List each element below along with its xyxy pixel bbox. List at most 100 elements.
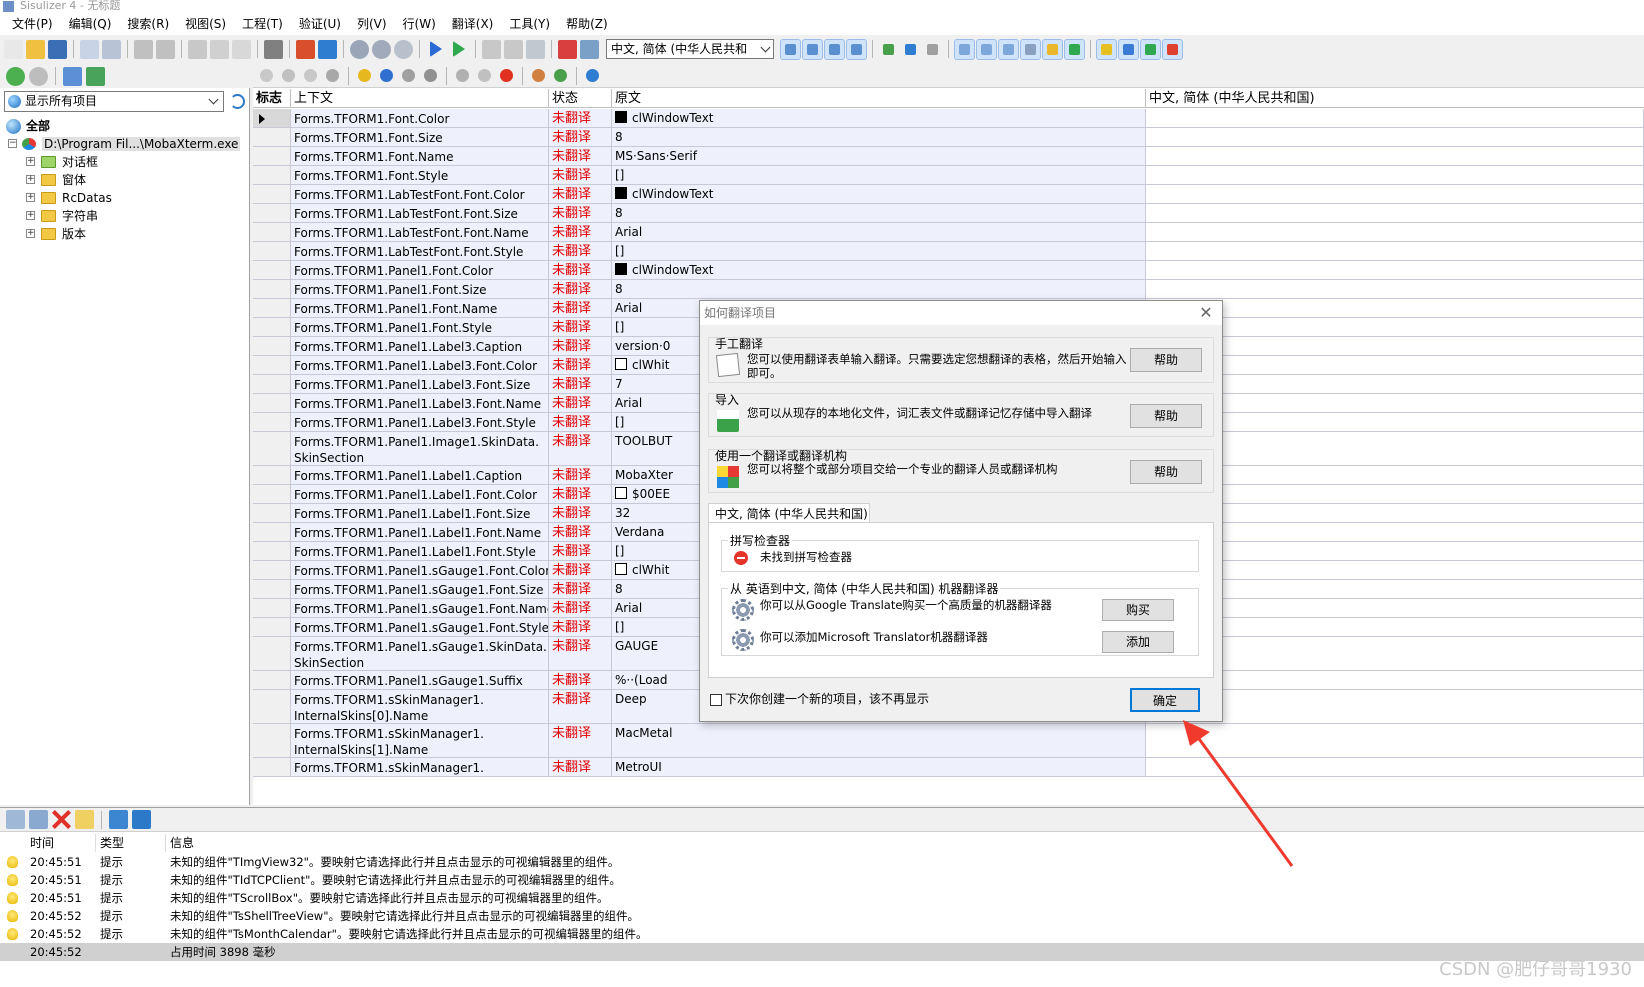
table-row[interactable]: Forms.TFORM1.Font.Size 未翻译 8	[253, 128, 1644, 147]
info-icon[interactable]	[377, 66, 396, 85]
status-cell[interactable]: 未翻译	[549, 299, 612, 318]
log-copy-icon[interactable]	[29, 810, 48, 829]
context-cell[interactable]: Forms.TFORM1.Panel1.sGauge1.Suffix	[291, 671, 549, 690]
save-icon[interactable]	[48, 39, 67, 59]
log-row[interactable]: 20:45:52 提示 未知的组件"TsShellTreeView"。要映射它请选择…	[0, 907, 1644, 925]
key-icon[interactable]	[1162, 38, 1183, 60]
context-cell[interactable]: Forms.TFORM1.Font.Name	[291, 147, 549, 166]
original-cell[interactable]: []	[612, 242, 1146, 261]
sync-icon[interactable]	[901, 40, 920, 59]
status-cell[interactable]: 未翻译	[549, 337, 612, 356]
menu-item[interactable]: 工程(T)	[234, 14, 291, 35]
menu-item[interactable]: 文件(P)	[4, 14, 61, 35]
status-cell[interactable]: 未翻译	[549, 690, 612, 724]
log-col-info[interactable]: 信息	[166, 834, 966, 852]
row-flag-cell[interactable]	[253, 394, 291, 413]
tool-icon[interactable]	[301, 66, 320, 85]
row-flag-cell[interactable]	[253, 485, 291, 504]
window-icon[interactable]	[583, 66, 602, 85]
status-cell[interactable]: 未翻译	[549, 599, 612, 618]
expand-icon[interactable]: +	[26, 157, 35, 166]
print-preview-icon[interactable]	[80, 39, 99, 59]
find-icon[interactable]	[264, 39, 283, 59]
close-icon[interactable]: ✕	[1196, 303, 1216, 323]
status-cell[interactable]: 未翻译	[549, 166, 612, 185]
status-cell[interactable]: 未翻译	[549, 618, 612, 637]
cross-icon[interactable]	[399, 66, 418, 85]
expand-icon[interactable]: +	[26, 193, 35, 202]
status-cell[interactable]: 未翻译	[549, 466, 612, 485]
language-select[interactable]: 中文, 简体 (中华人民共和	[606, 39, 774, 59]
menu-item[interactable]: 行(W)	[395, 14, 444, 35]
tab-target-language[interactable]: 中文, 简体 (中华人民共和国)	[708, 503, 870, 523]
status-cell[interactable]: 未翻译	[549, 580, 612, 599]
status-cell[interactable]: 未翻译	[549, 637, 612, 671]
scan-icon[interactable]	[296, 39, 315, 59]
table-row[interactable]: Forms.TFORM1.Font.Style 未翻译[]	[253, 166, 1644, 185]
item-filter-select[interactable]: 显示所有项目	[4, 91, 224, 112]
star-icon[interactable]	[482, 39, 501, 59]
table-row[interactable]: Forms.TFORM1.Font.Color 未翻译 clWindowText	[253, 109, 1644, 128]
log-row[interactable]: 20:45:51 提示 未知的组件"TScrollBox"。要映射它请选择此行并且点…	[0, 889, 1644, 907]
tree-item[interactable]: + 字符串	[26, 207, 98, 225]
context-cell[interactable]: Forms.TFORM1.LabTestFont.Font.Style	[291, 242, 549, 261]
play-icon[interactable]	[430, 41, 442, 57]
context-cell[interactable]: Forms.TFORM1.LabTestFont.Font.Name	[291, 223, 549, 242]
col-flag[interactable]: 标志	[253, 89, 291, 108]
gear-icon[interactable]	[372, 39, 391, 59]
new-project-icon[interactable]	[4, 39, 23, 59]
context-cell[interactable]: Forms.TFORM1.Panel1.sGauge1.Font.Style	[291, 618, 549, 637]
tree-item[interactable]: + 版本	[26, 225, 86, 243]
target-cell[interactable]	[1146, 261, 1644, 280]
row-flag-cell[interactable]	[253, 204, 291, 223]
dont-show-checkbox[interactable]	[710, 694, 722, 706]
context-cell[interactable]: Forms.TFORM1.Panel1.Label3.Font.Name	[291, 394, 549, 413]
gear-icon[interactable]	[394, 39, 413, 59]
check-file-icon[interactable]	[526, 39, 545, 59]
key-icon[interactable]	[1096, 38, 1117, 60]
status-cell[interactable]: 未翻译	[549, 185, 612, 204]
context-cell[interactable]: Forms.TFORM1.Panel1.Label1.Font.Color	[291, 485, 549, 504]
row-flag-cell[interactable]	[253, 318, 291, 337]
gear-icon[interactable]	[350, 39, 369, 59]
target-cell[interactable]	[1146, 204, 1644, 223]
row-flag-cell[interactable]	[253, 637, 291, 671]
status-cell[interactable]: 未翻译	[549, 724, 612, 758]
expand-icon[interactable]: +	[26, 211, 35, 220]
row-flag-cell[interactable]	[253, 356, 291, 375]
context-cell[interactable]: Forms.TFORM1.Panel1.sGauge1.Font.Color	[291, 561, 549, 580]
status-cell[interactable]: 未翻译	[549, 280, 612, 299]
collapse-icon[interactable]: −	[8, 139, 17, 148]
row-flag-cell[interactable]	[253, 261, 291, 280]
back-icon[interactable]	[6, 66, 25, 86]
status-cell[interactable]: 未翻译	[549, 523, 612, 542]
row-flag-cell[interactable]	[253, 504, 291, 523]
log-new-icon[interactable]	[6, 810, 25, 829]
context-cell[interactable]: Forms.TFORM1.Panel1.Font.Size	[291, 280, 549, 299]
context-cell[interactable]: Forms.TFORM1.Panel1.sGauge1.SkinData. Sk…	[291, 637, 549, 671]
filter-icon[interactable]	[879, 40, 898, 59]
context-cell[interactable]: Forms.TFORM1.LabTestFont.Font.Size	[291, 204, 549, 223]
row-flag-cell[interactable]	[253, 580, 291, 599]
row-flag-cell[interactable]	[253, 223, 291, 242]
forward-icon[interactable]	[29, 66, 48, 86]
original-cell[interactable]: 8	[612, 204, 1146, 223]
context-cell[interactable]: Forms.TFORM1.Panel1.Image1.SkinData. Ski…	[291, 432, 549, 466]
status-cell[interactable]: 未翻译	[549, 261, 612, 280]
table-row[interactable]: Forms.TFORM1.Panel1.Font.Color 未翻译 clWindo…	[253, 261, 1644, 280]
sheet-icon[interactable]	[954, 38, 975, 60]
bookmark-icon[interactable]	[558, 39, 577, 59]
context-cell[interactable]: Forms.TFORM1.sSkinManager1.	[291, 758, 549, 777]
row-flag-cell[interactable]	[253, 147, 291, 166]
layout-icon[interactable]	[824, 38, 845, 60]
table-row[interactable]: Forms.TFORM1.LabTestFont.Font.Style 未翻译[]	[253, 242, 1644, 261]
context-cell[interactable]: Forms.TFORM1.sSkinManager1. InternalSkin…	[291, 724, 549, 758]
log-row[interactable]: 20:45:51 提示 未知的组件"TIdTCPClient"。要映射它请选择此行并…	[0, 871, 1644, 889]
tree-item[interactable]: + 对话框	[26, 153, 98, 171]
target-cell[interactable]	[1146, 223, 1644, 242]
context-cell[interactable]: Forms.TFORM1.Panel1.Label1.Font.Name	[291, 523, 549, 542]
stamp-icon[interactable]	[421, 66, 440, 85]
row-flag-cell[interactable]	[253, 109, 291, 128]
row-flag-cell[interactable]	[253, 724, 291, 758]
table-row[interactable]: Forms.TFORM1.sSkinManager1. 未翻译 MetroUI	[253, 758, 1644, 777]
